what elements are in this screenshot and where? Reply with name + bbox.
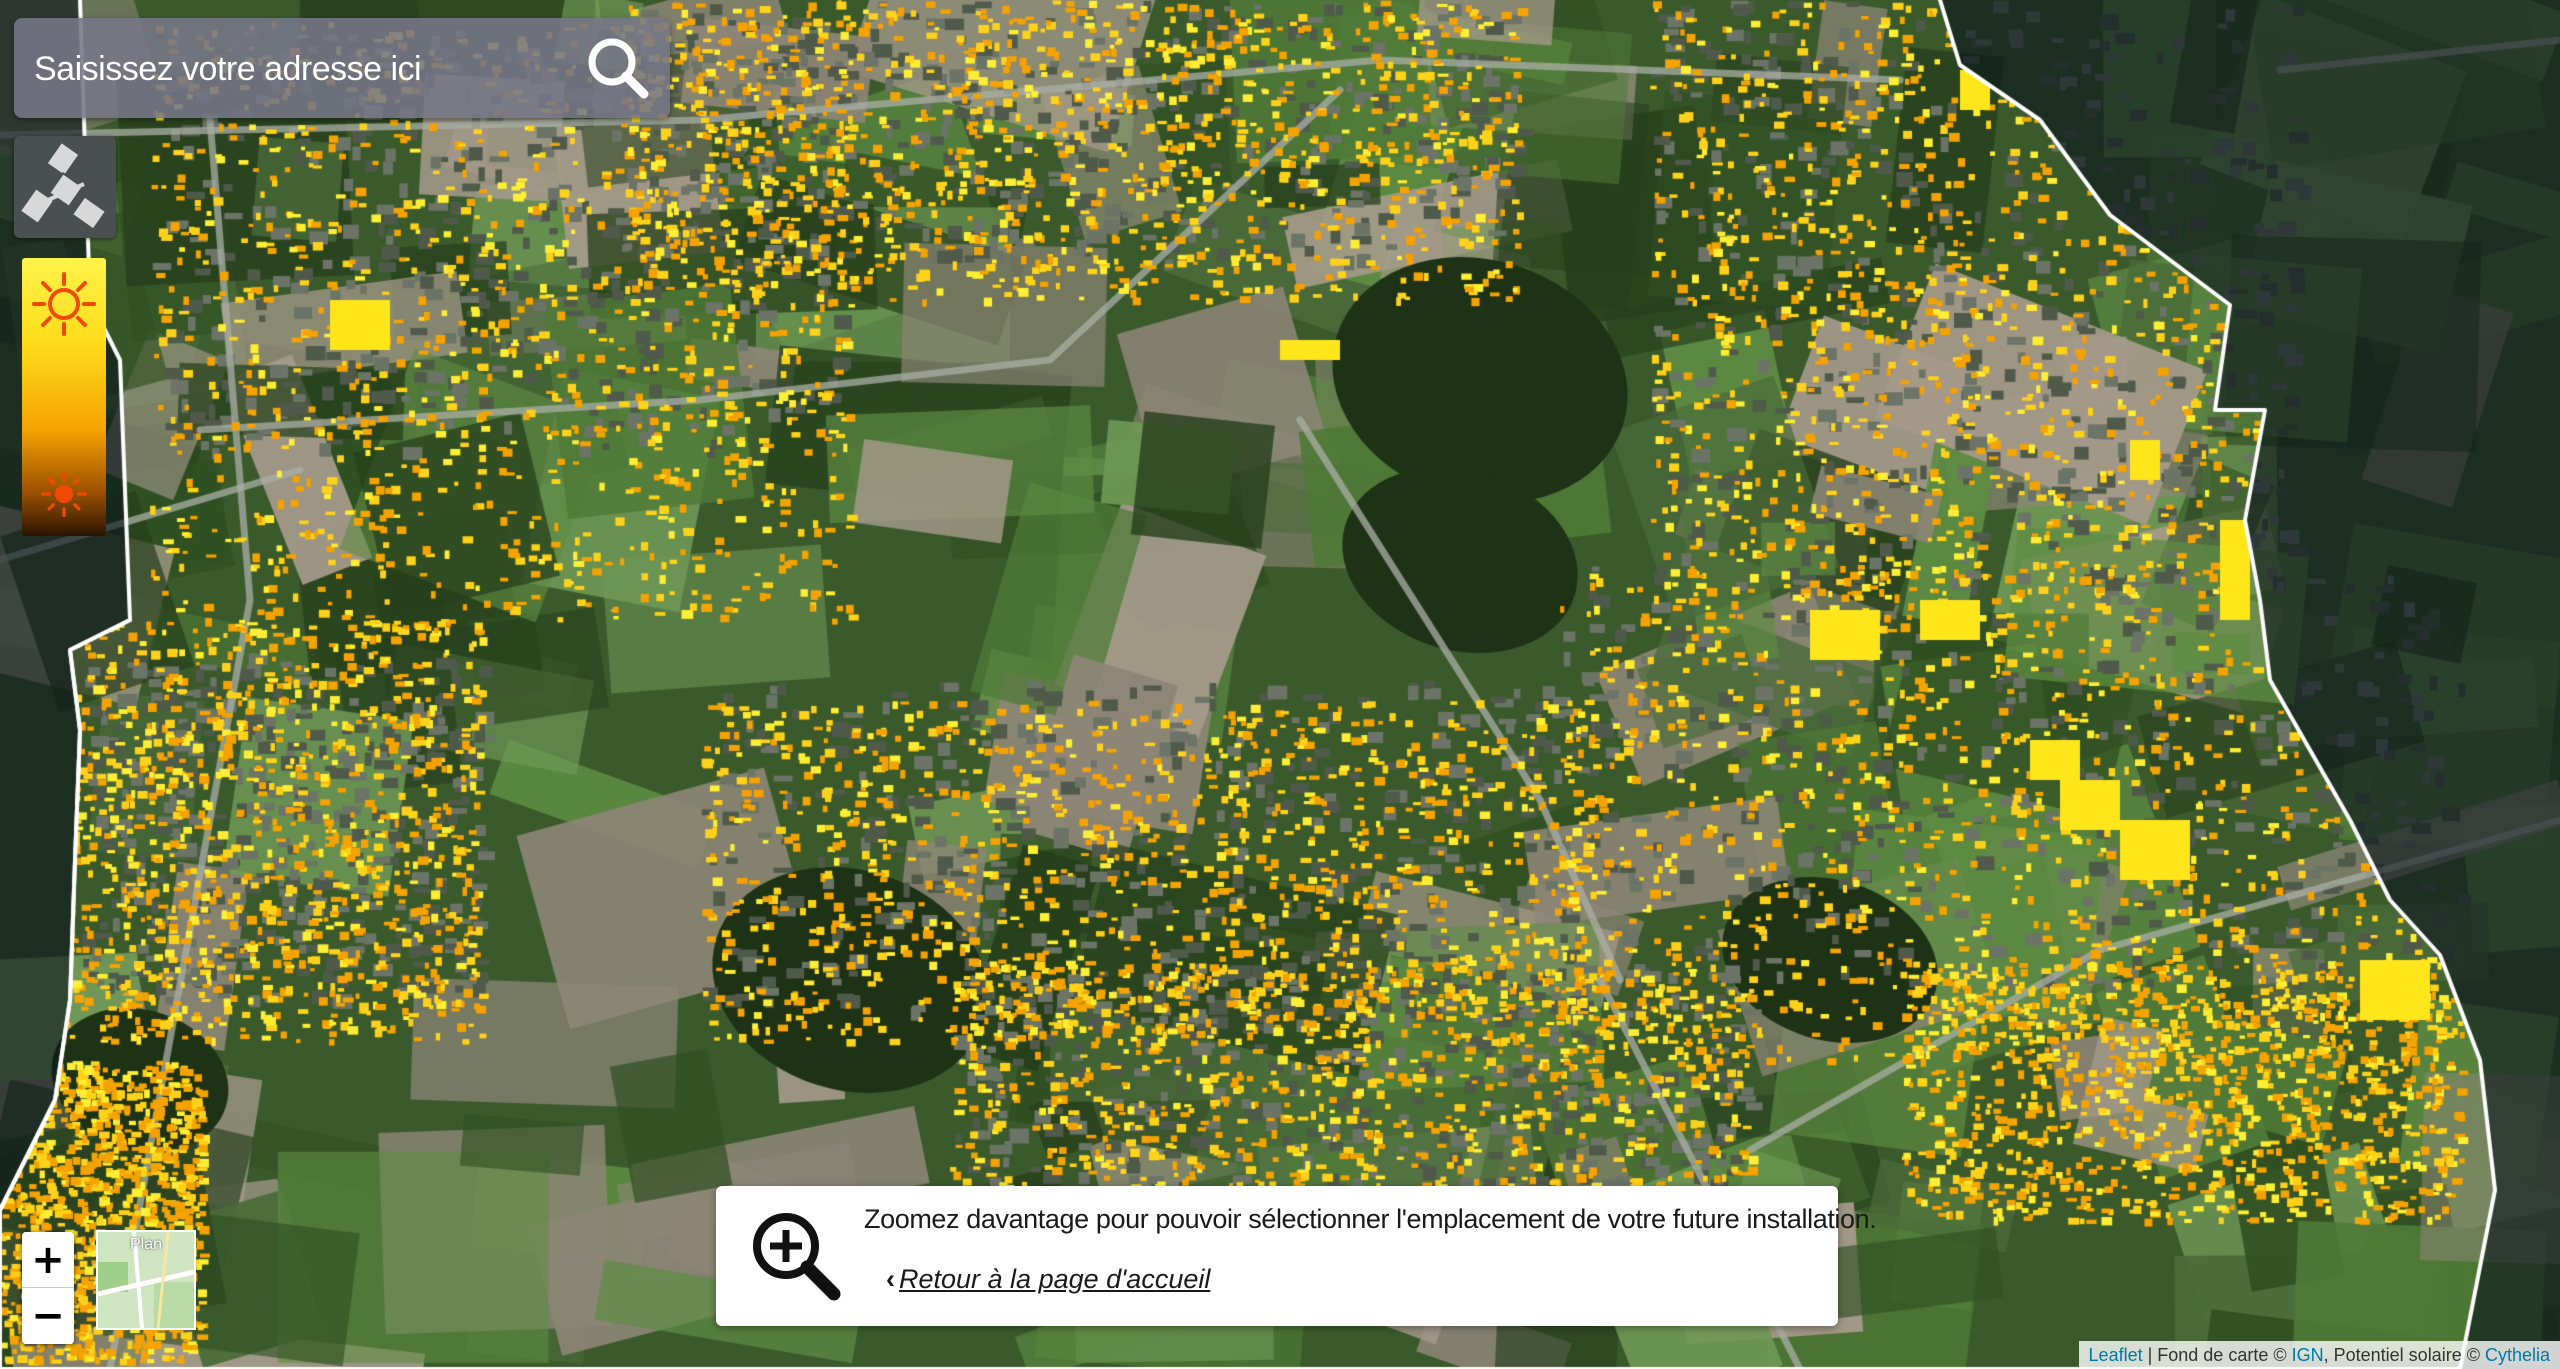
zoom-info-message: Zoomez davantage pour pouvoir sélectionn…	[864, 1204, 1877, 1234]
sun-icon	[40, 470, 88, 518]
zoom-out-button[interactable]: −	[22, 1288, 74, 1344]
address-search-bar	[14, 18, 670, 118]
leaflet-link[interactable]: Leaflet	[2089, 1345, 2143, 1365]
search-button[interactable]	[582, 32, 654, 104]
chevron-left-icon: ‹	[886, 1264, 895, 1294]
sun-icon	[32, 272, 96, 336]
satellite-layer-button[interactable]	[14, 136, 116, 238]
zoom-control: + −	[22, 1232, 74, 1344]
back-to-home-label: Retour à la page d'accueil	[899, 1264, 1211, 1294]
satellite-map-imagery[interactable]	[0, 0, 2560, 1369]
map-view[interactable]: + − Plan Zoomez davantage pour pouvoir s…	[0, 0, 2560, 1369]
zoom-in-magnifier-icon	[753, 1213, 841, 1301]
attribution-text: | Fond de carte ©	[2142, 1345, 2292, 1365]
address-search-input[interactable]	[32, 40, 576, 98]
plan-basemap-switch[interactable]: Plan	[96, 1230, 196, 1330]
map-attribution: Leaflet | Fond de carte © IGN, Potentiel…	[2078, 1341, 2560, 1369]
ign-link[interactable]: IGN	[2292, 1345, 2324, 1365]
satellite-icon	[18, 140, 108, 231]
plan-label: Plan	[129, 1236, 163, 1253]
solar-potential-legend	[22, 258, 106, 536]
back-to-home-link[interactable]: ‹ Retour à la page d'accueil	[886, 1264, 1210, 1295]
zoom-info-panel: Zoomez davantage pour pouvoir sélectionn…	[716, 1186, 1877, 1326]
search-icon	[588, 38, 649, 99]
cythelia-link[interactable]: Cythelia	[2485, 1345, 2550, 1365]
zoom-in-button[interactable]: +	[22, 1232, 74, 1288]
attribution-text: , Potentiel solaire ©	[2323, 1345, 2485, 1365]
